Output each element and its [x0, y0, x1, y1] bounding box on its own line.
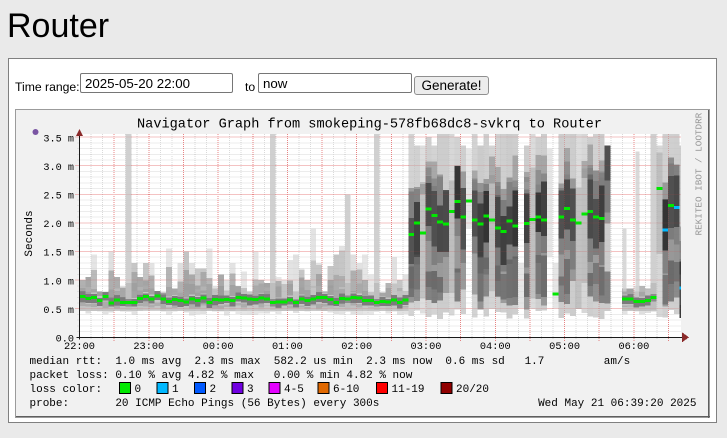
svg-text:05:00: 05:00	[549, 341, 580, 353]
svg-text:0: 0	[135, 384, 142, 396]
svg-text:REKITEO IBOT / LOOTDRR: REKITEO IBOT / LOOTDRR	[694, 112, 705, 235]
svg-text:20/20: 20/20	[456, 384, 489, 396]
svg-text:6-10: 6-10	[333, 384, 359, 396]
svg-text:1.0 m: 1.0 m	[43, 277, 74, 288]
svg-text:04:00: 04:00	[480, 341, 511, 353]
svg-text:2.5 m: 2.5 m	[43, 192, 74, 203]
svg-text:4-5: 4-5	[284, 384, 304, 396]
svg-text:3: 3	[247, 384, 254, 396]
svg-text:2: 2	[210, 384, 217, 396]
svg-text:packet loss: 0.10 % avg 4.82 %: packet loss: 0.10 % avg 4.82 % max 0.00 …	[30, 370, 413, 382]
svg-text:01:00: 01:00	[272, 341, 303, 353]
svg-text:2.0 m: 2.0 m	[43, 220, 74, 231]
svg-text:00:00: 00:00	[203, 341, 234, 353]
svg-text:22:00: 22:00	[64, 341, 95, 353]
svg-text:Navigator Graph from smokeping: Navigator Graph from smokeping-578fb68dc…	[137, 118, 602, 133]
svg-text:Seconds: Seconds	[24, 210, 36, 256]
svg-text:3.0 m: 3.0 m	[43, 163, 74, 174]
svg-text:median rtt: 1.0 ms avg 2.3 m: median rtt: 1.0 ms avg 2.3 ms max 582.2 …	[30, 356, 631, 368]
svg-text:1.5 m: 1.5 m	[43, 249, 74, 260]
svg-text:probe: 20 ICMP Echo Ping: probe: 20 ICMP Echo Pings (56 Bytes) eve…	[30, 398, 380, 410]
svg-text:06:00: 06:00	[618, 341, 649, 353]
svg-text:23:00: 23:00	[133, 341, 164, 353]
svg-text:0.5 m: 0.5 m	[43, 306, 74, 317]
svg-text:03:00: 03:00	[411, 341, 442, 353]
svg-text:loss color:: loss color:	[30, 384, 103, 396]
svg-text:02:00: 02:00	[341, 341, 372, 353]
svg-text:3.5 m: 3.5 m	[43, 134, 74, 145]
svg-text:Wed May 21 06:39:20 2025: Wed May 21 06:39:20 2025	[538, 398, 696, 410]
svg-text:11-19: 11-19	[392, 384, 425, 396]
svg-text:1: 1	[172, 384, 179, 396]
